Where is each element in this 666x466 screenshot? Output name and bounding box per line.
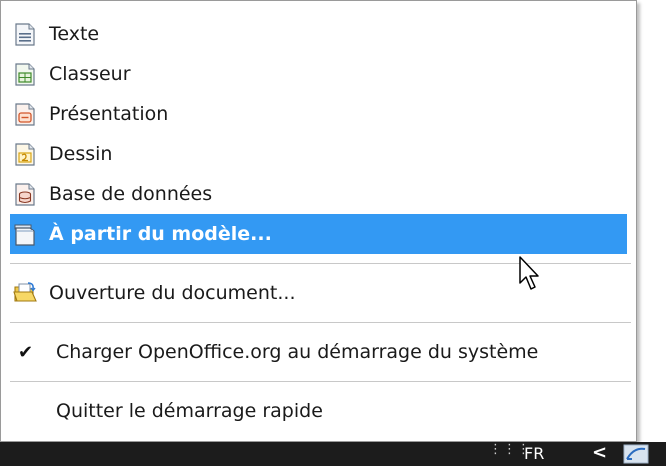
show-hidden-icons-chevron-icon[interactable]: < [592, 442, 607, 463]
quickstart-context-menu: Texte Classeur Présentation Dessin Base … [0, 0, 637, 442]
menu-item-texte[interactable]: Texte [1, 14, 636, 54]
menu-item-quitter[interactable]: Quitter le démarrage rapide [1, 391, 636, 431]
quickstarter-tray-icon[interactable] [622, 443, 650, 465]
menu-item-label: À partir du modèle... [49, 223, 272, 245]
menu-item-a-partir-du-modele[interactable]: À partir du modèle... [10, 214, 627, 254]
impress-presentation-icon [15, 103, 35, 126]
menu-item-label: Dessin [49, 143, 113, 165]
folder-open-icon [13, 282, 37, 302]
menu-item-presentation[interactable]: Présentation [1, 94, 636, 134]
calc-spreadsheet-icon [15, 63, 35, 86]
mouse-pointer-icon [519, 256, 539, 290]
menu-item-label: Quitter le démarrage rapide [56, 400, 323, 422]
menu-item-label: Classeur [49, 63, 131, 85]
menu-item-charger-au-demarrage[interactable]: ✔ Charger OpenOffice.org au démarrage du… [1, 332, 636, 372]
menu-item-classeur[interactable]: Classeur [1, 54, 636, 94]
language-indicator[interactable]: FR [524, 444, 544, 463]
menu-item-label: Charger OpenOffice.org au démarrage du s… [56, 341, 539, 363]
menu-item-label: Texte [49, 23, 100, 45]
writer-document-icon [15, 23, 35, 46]
menu-separator [10, 381, 631, 382]
windows-taskbar: ⋮⋮⋮ FR < [0, 442, 666, 466]
menu-separator [10, 322, 631, 323]
menu-item-dessin[interactable]: Dessin [1, 134, 636, 174]
template-icon [14, 224, 35, 246]
draw-drawing-icon [15, 143, 35, 166]
menu-item-label: Présentation [49, 103, 169, 125]
menu-item-label: Ouverture du document... [49, 282, 296, 304]
menu-item-base-de-donnees[interactable]: Base de données [1, 174, 636, 214]
base-database-icon [15, 183, 35, 206]
menu-item-label: Base de données [49, 183, 213, 205]
checkmark-icon: ✔ [18, 341, 34, 363]
